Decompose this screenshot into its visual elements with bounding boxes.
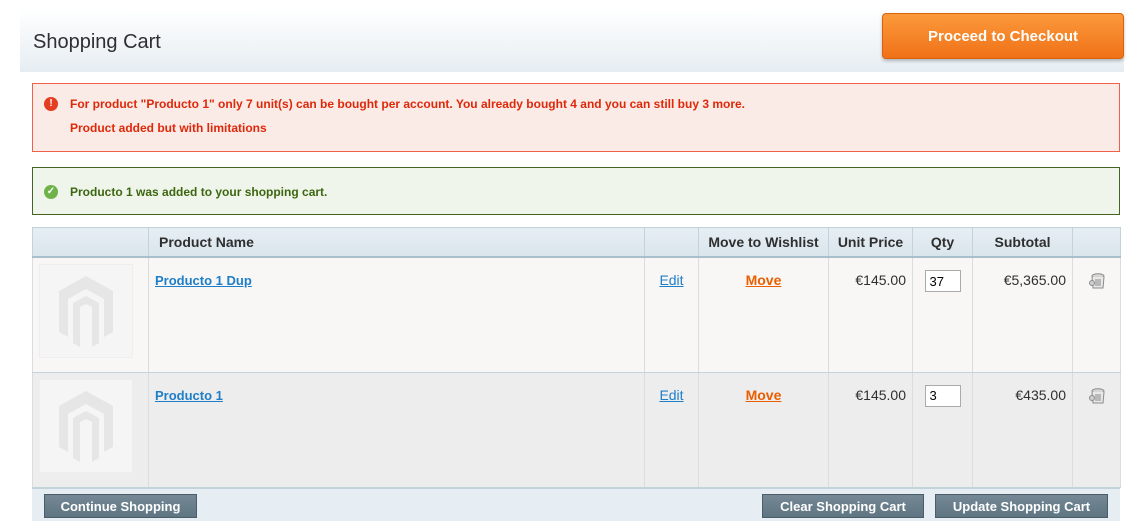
move-to-wishlist-cell: Move bbox=[698, 257, 829, 373]
table-row: Producto 1 Dup Edit Move €145.00 €5,365.… bbox=[32, 257, 1121, 373]
page-title: Shopping Cart bbox=[33, 31, 161, 53]
header-product-name: Product Name bbox=[148, 227, 645, 258]
success-icon: ✓ bbox=[44, 185, 58, 199]
header-subtotal: Subtotal bbox=[972, 227, 1073, 258]
remove-cell bbox=[1072, 372, 1121, 488]
cart-table: Product Name Move to Wishlist Unit Price… bbox=[32, 227, 1121, 488]
trash-icon[interactable] bbox=[1088, 387, 1106, 405]
product-placeholder-icon bbox=[59, 390, 113, 462]
error-icon: ! bbox=[44, 97, 58, 111]
product-name-cell: Producto 1 bbox=[148, 372, 645, 488]
success-message-line: Producto 1 was added to your shopping ca… bbox=[70, 185, 328, 199]
remove-cell bbox=[1072, 257, 1121, 373]
unit-price: €145.00 bbox=[855, 386, 906, 403]
product-thumbnail[interactable] bbox=[39, 378, 133, 473]
header-qty: Qty bbox=[912, 227, 973, 258]
unit-price-cell: €145.00 bbox=[828, 257, 913, 373]
product-name-cell: Producto 1 Dup bbox=[148, 257, 645, 373]
shopping-cart-page: Shopping Cart Proceed to Checkout ! For … bbox=[0, 0, 1138, 521]
header-edit bbox=[644, 227, 699, 258]
edit-cell: Edit bbox=[644, 372, 699, 488]
move-to-wishlist-link[interactable]: Move bbox=[746, 387, 782, 403]
subtotal-cell: €435.00 bbox=[972, 372, 1073, 488]
continue-shopping-button[interactable]: Continue Shopping bbox=[44, 494, 197, 518]
edit-link[interactable]: Edit bbox=[659, 272, 683, 288]
product-image-cell bbox=[32, 257, 149, 373]
unit-price: €145.00 bbox=[855, 272, 906, 288]
error-message-line-1: For product "Producto 1" only 7 unit(s) … bbox=[70, 97, 746, 111]
header-move-to-wishlist: Move to Wishlist bbox=[698, 227, 829, 258]
table-row: Producto 1 Edit Move €145.00 €435.00 bbox=[32, 372, 1121, 488]
success-message: ✓ Producto 1 was added to your shopping … bbox=[32, 167, 1120, 215]
product-placeholder-icon bbox=[59, 276, 113, 347]
subtotal-cell: €5,365.00 bbox=[972, 257, 1073, 373]
qty-input[interactable] bbox=[924, 384, 961, 407]
error-message-line-2: Product added but with limitations bbox=[70, 121, 267, 135]
proceed-to-checkout-button[interactable]: Proceed to Checkout bbox=[882, 13, 1124, 59]
trash-icon[interactable] bbox=[1088, 272, 1106, 290]
update-shopping-cart-button[interactable]: Update Shopping Cart bbox=[935, 494, 1108, 518]
header-remove bbox=[1072, 227, 1121, 258]
error-message: ! For product "Producto 1" only 7 unit(s… bbox=[32, 83, 1120, 152]
qty-cell bbox=[912, 372, 973, 488]
product-name-link[interactable]: Producto 1 bbox=[155, 388, 223, 403]
move-to-wishlist-link[interactable]: Move bbox=[746, 272, 782, 288]
product-image-cell bbox=[32, 372, 149, 488]
table-header-row: Product Name Move to Wishlist Unit Price… bbox=[32, 227, 1121, 258]
subtotal: €5,365.00 bbox=[1003, 272, 1066, 288]
clear-shopping-cart-button[interactable]: Clear Shopping Cart bbox=[762, 494, 924, 518]
move-to-wishlist-cell: Move bbox=[698, 372, 829, 488]
header-unit-price: Unit Price bbox=[828, 227, 913, 258]
header-image bbox=[32, 227, 149, 258]
subtotal: €435.00 bbox=[1015, 386, 1066, 403]
product-thumbnail[interactable] bbox=[39, 264, 133, 358]
edit-cell: Edit bbox=[644, 257, 699, 373]
product-name-link[interactable]: Producto 1 Dup bbox=[155, 273, 252, 288]
qty-cell bbox=[912, 257, 973, 373]
qty-input[interactable] bbox=[924, 270, 961, 292]
edit-link[interactable]: Edit bbox=[659, 387, 683, 403]
unit-price-cell: €145.00 bbox=[828, 372, 913, 488]
